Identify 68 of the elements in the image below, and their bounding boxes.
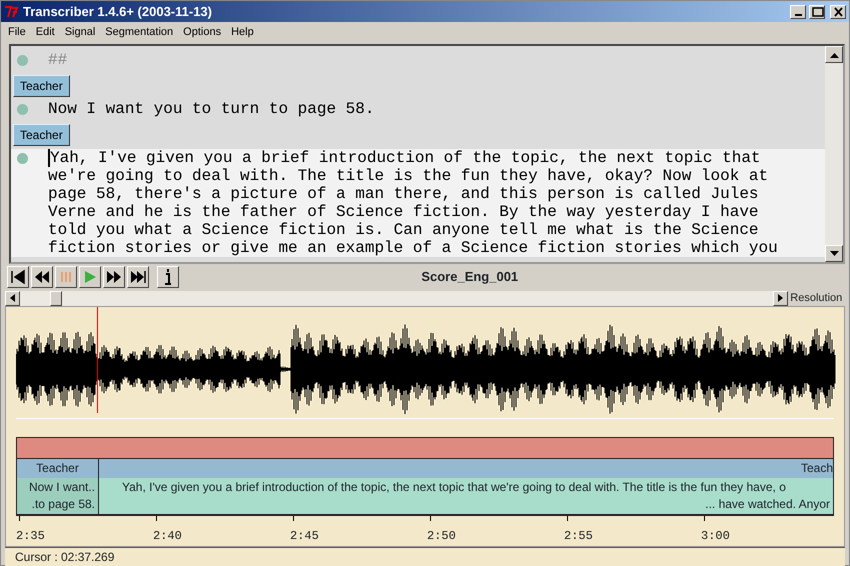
transcript-line: page 58, there's a picture of a man there, and this person is called Jules bbox=[48, 185, 760, 203]
menu-item[interactable]: Edit bbox=[30, 24, 60, 40]
rewind-button[interactable] bbox=[31, 266, 53, 288]
skip-start-icon bbox=[10, 269, 26, 285]
menu-item[interactable]: Signal bbox=[60, 24, 100, 40]
transcript-line: told you what a Science fiction is. Can anyone tell me what is the Science bbox=[48, 221, 760, 239]
minimize-icon bbox=[794, 14, 802, 16]
horizontal-scrollbar[interactable] bbox=[20, 290, 773, 306]
time-label: 2:55 bbox=[564, 528, 593, 545]
speaker-cell[interactable]: Teacher bbox=[17, 459, 99, 478]
time-label: 2:45 bbox=[290, 528, 319, 545]
transcript-line: ## bbox=[48, 51, 68, 69]
vertical-scrollbar[interactable] bbox=[825, 46, 843, 262]
skip-to-end-button[interactable] bbox=[127, 266, 149, 288]
up-arrow-icon bbox=[830, 52, 838, 58]
speaker-cell[interactable]: Teach bbox=[99, 459, 834, 478]
segment-text: Now I want.. bbox=[28, 479, 95, 496]
close-button[interactable] bbox=[830, 4, 846, 18]
left-arrow-icon bbox=[10, 294, 15, 302]
fast-forward-icon bbox=[106, 269, 122, 285]
skip-to-start-button[interactable] bbox=[7, 266, 29, 288]
file-name: Score_Eng_001 bbox=[420, 268, 520, 286]
menu-item[interactable]: Help bbox=[226, 24, 259, 40]
close-icon bbox=[832, 6, 844, 18]
menu-item[interactable]: Options bbox=[178, 24, 226, 40]
scroll-up-button[interactable] bbox=[825, 46, 843, 63]
transcript-line: Now I want you to turn to page 58. bbox=[48, 100, 374, 118]
transcript-line: Yah, I've given you a brief introduction of the topic, the next topic that bbox=[48, 149, 778, 167]
time-label: 3:00 bbox=[701, 528, 730, 545]
play-button[interactable] bbox=[79, 266, 101, 288]
play-icon bbox=[82, 269, 98, 285]
transcript-line: fiction stories or give me an example of a Science fiction stories which you bbox=[48, 239, 778, 257]
rewind-icon bbox=[34, 269, 50, 285]
menu-item[interactable]: Segmentation bbox=[100, 24, 178, 40]
menu-item[interactable]: File bbox=[3, 24, 31, 40]
down-arrow-icon bbox=[830, 250, 838, 256]
time-label: 2:35 bbox=[16, 528, 45, 545]
transcript-line: Verne and he is the father of Science fiction. By the way yesterday I have bbox=[48, 203, 760, 221]
skip-end-icon bbox=[130, 269, 146, 285]
fast-forward-button[interactable] bbox=[103, 266, 125, 288]
segment-dot-icon bbox=[17, 153, 28, 164]
speaker-button[interactable]: Teacher bbox=[13, 75, 70, 97]
segment-text: .to page 58. bbox=[30, 496, 95, 513]
time-label: 2:40 bbox=[153, 528, 182, 545]
scroll-thumb[interactable] bbox=[50, 290, 62, 306]
cursor-time: Cursor : 02:37.269 bbox=[15, 549, 114, 566]
scroll-right-button[interactable] bbox=[772, 290, 788, 306]
minimize-button[interactable] bbox=[790, 4, 806, 18]
time-label: 2:50 bbox=[427, 528, 456, 545]
speaker-button[interactable]: Teacher bbox=[13, 124, 70, 146]
pause-icon bbox=[58, 269, 74, 285]
segment-dot-icon bbox=[17, 104, 28, 115]
scroll-down-button[interactable] bbox=[825, 245, 843, 262]
scroll-left-button[interactable] bbox=[5, 290, 20, 306]
info-button[interactable] bbox=[156, 266, 178, 288]
segment-text: ... have watched. Anyor bbox=[704, 496, 830, 513]
maximize-button[interactable] bbox=[809, 4, 825, 18]
maximize-icon bbox=[810, 6, 824, 18]
segment-cell[interactable]: Now I want.. .to page 58. bbox=[17, 478, 99, 514]
transcript-line: we're going to deal with. The title is the fun they have, okay? Now look at bbox=[48, 167, 770, 185]
resolution-label: Resolution bbox=[789, 290, 844, 306]
segment-cell[interactable]: Yah, I've given you a brief introduction of the topic, the next topic that we're going to deal with. The title is the fun they have, o ... have watched. Anyor bbox=[99, 478, 834, 514]
right-arrow-icon bbox=[778, 294, 783, 302]
segment-text: Yah, I've given you a brief introduction of the topic, the next topic that we're going to deal with. The title is the fun they have, o bbox=[121, 479, 787, 496]
window-title: Transcriber 1.4.6+ (2003-11-13) bbox=[23, 2, 213, 21]
segment-dot-icon bbox=[17, 55, 28, 66]
pause-button[interactable] bbox=[55, 266, 77, 288]
app-logo-icon bbox=[4, 4, 20, 18]
